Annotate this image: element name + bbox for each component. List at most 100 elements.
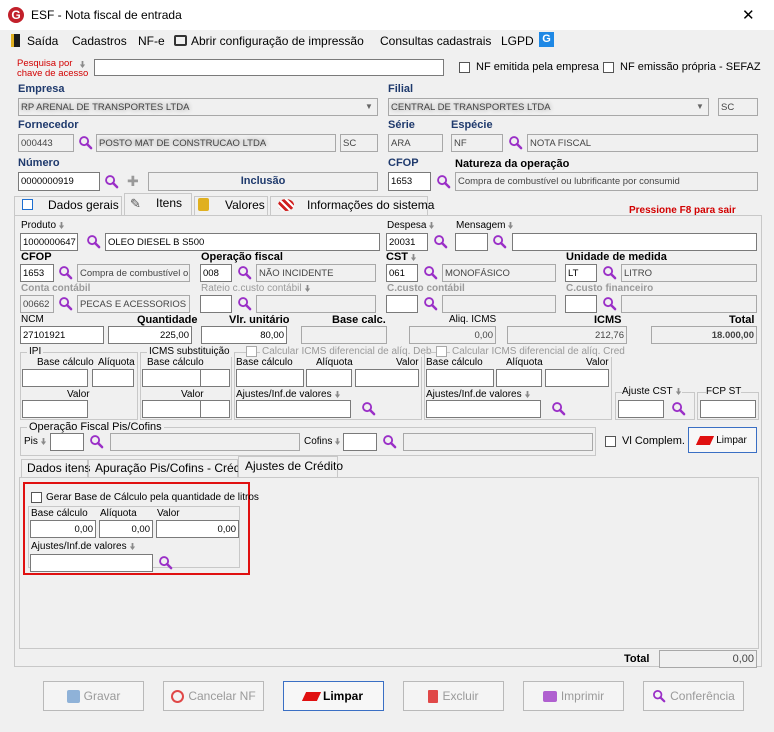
difdeb-checkbox[interactable] [246,346,257,357]
search-icon[interactable] [423,265,438,280]
ccusto-input[interactable] [386,295,418,313]
filial-select[interactable]: CENTRAL DE TRANSPORTES LTDA [388,98,709,116]
excluir-label: Excluir [442,689,479,703]
sort-arrow-icon [304,285,311,292]
coins-icon [198,198,209,211]
imprimir-label: Imprimir [560,689,605,703]
nf-emitida-checkbox[interactable] [459,62,470,73]
search-icon[interactable] [436,174,451,189]
search-icon[interactable] [382,434,397,449]
ipi-aliq-label: Alíquota [98,357,135,368]
excluir-button[interactable]: Excluir [403,681,504,711]
empresa-select[interactable]: RP ARENAL DE TRANSPORTES LTDA [18,98,378,116]
cofins-label: Cofins [304,436,341,447]
menu-lgpd[interactable]: LGPD [501,34,534,48]
menu-abrir-config[interactable]: Abrir configuração de impressão [191,34,364,48]
menu-saida[interactable]: Saída [27,34,58,48]
qtd-input[interactable]: 225,00 [108,326,192,344]
lgpd-logo-icon[interactable]: G [539,32,554,47]
opfiscal-input[interactable]: 008 [200,264,232,282]
credito-valor-input[interactable]: 0,00 [156,520,239,538]
cst-input[interactable]: 061 [386,264,418,282]
difcred-checkbox[interactable] [436,346,447,357]
icmsst-extra2-input[interactable] [200,400,230,418]
limpar-button[interactable]: Limpar [283,681,384,711]
ajuste-cst-input[interactable] [618,400,664,418]
search-icon[interactable] [551,401,566,416]
search-icon[interactable] [86,234,101,249]
sort-arrow-icon [58,222,65,229]
plus-icon[interactable]: ✚ [127,173,139,190]
eraser-icon [696,435,715,445]
vl-complem-checkbox[interactable] [605,436,616,447]
credito-base-input[interactable]: 0,00 [30,520,96,538]
cc-code-input[interactable]: 00662 [20,295,54,313]
ipi-aliq-input[interactable] [92,369,134,387]
search-icon[interactable] [492,234,507,249]
fornecedor-code-input[interactable]: 000443 [18,134,74,152]
close-icon[interactable]: ✕ [742,6,755,24]
difcred-base-input[interactable] [426,369,494,387]
cancelar-nf-button[interactable]: Cancelar NF [163,681,264,711]
credito-aliq-input[interactable]: 0,00 [99,520,153,538]
item-cfop-input[interactable]: 1653 [20,264,54,282]
menu-consultas[interactable]: Consultas cadastrais [380,34,491,48]
cofins-input[interactable] [343,433,377,451]
icmsst-base-input[interactable] [142,369,202,387]
search-icon[interactable] [602,296,617,311]
fcp-st-input[interactable] [700,400,756,418]
gerar-base-checkbox[interactable] [31,492,42,503]
difdeb-base-input[interactable] [236,369,304,387]
ipi-base-input[interactable] [22,369,88,387]
search-icon[interactable] [433,234,448,249]
difcred-aliq-input[interactable] [496,369,542,387]
printer-icon[interactable] [174,35,187,46]
rateio-input[interactable] [200,295,232,313]
conferencia-button[interactable]: Conferência [643,681,744,711]
produto-code-input[interactable]: 1000000647 [20,233,78,251]
search-icon[interactable] [508,135,523,150]
search-icon[interactable] [89,434,104,449]
cfop-input[interactable]: 1653 [388,172,431,191]
pis-input[interactable] [50,433,84,451]
limpar-pis-button[interactable]: Limpar [688,427,757,453]
gravar-button[interactable]: Gravar [43,681,144,711]
imprimir-button[interactable]: Imprimir [523,681,624,711]
search-icon[interactable] [158,555,173,570]
exit-icon[interactable] [11,34,20,47]
search-icon[interactable] [602,265,617,280]
ccfin-input[interactable] [565,295,597,313]
search-icon[interactable] [104,174,119,189]
numero-input[interactable]: 0000000919 [18,172,100,191]
credito-ajustes-input[interactable] [30,554,153,572]
difdeb-valor-input[interactable] [355,369,419,387]
chevron-down-icon[interactable]: ▼ [692,99,708,115]
serie-input[interactable]: ARA [388,134,443,152]
vlr-input[interactable]: 80,00 [201,326,287,344]
difcred-valor-input[interactable] [545,369,609,387]
um-input[interactable]: LT [565,264,597,282]
search-icon[interactable] [237,296,252,311]
search-icon[interactable] [423,296,438,311]
menu-cadastros[interactable]: Cadastros [72,34,127,48]
search-icon[interactable] [78,135,93,150]
search-input[interactable] [94,59,444,76]
search-icon[interactable] [237,265,252,280]
difcred-ajustes-input[interactable] [426,400,541,418]
difdeb-aliq-input[interactable] [306,369,352,387]
search-icon[interactable] [361,401,376,416]
ncm-input[interactable]: 27101921 [20,326,104,344]
menu-nfe[interactable]: NF-e [138,34,165,48]
chevron-down-icon[interactable]: ▼ [361,99,377,115]
search-icon[interactable] [58,296,73,311]
despesa-input[interactable]: 20031 [386,233,428,251]
ipi-valor-input[interactable] [22,400,88,418]
mensagem-input[interactable] [455,233,488,251]
search-icon[interactable] [671,401,686,416]
search-icon[interactable] [58,265,73,280]
icmsst-extra-input[interactable] [200,369,230,387]
difdeb-ajustes-input[interactable] [236,400,351,418]
nf-propria-checkbox[interactable] [603,62,614,73]
especie-code-input[interactable]: NF [451,134,503,152]
icmsst-valor-input[interactable] [142,400,202,418]
